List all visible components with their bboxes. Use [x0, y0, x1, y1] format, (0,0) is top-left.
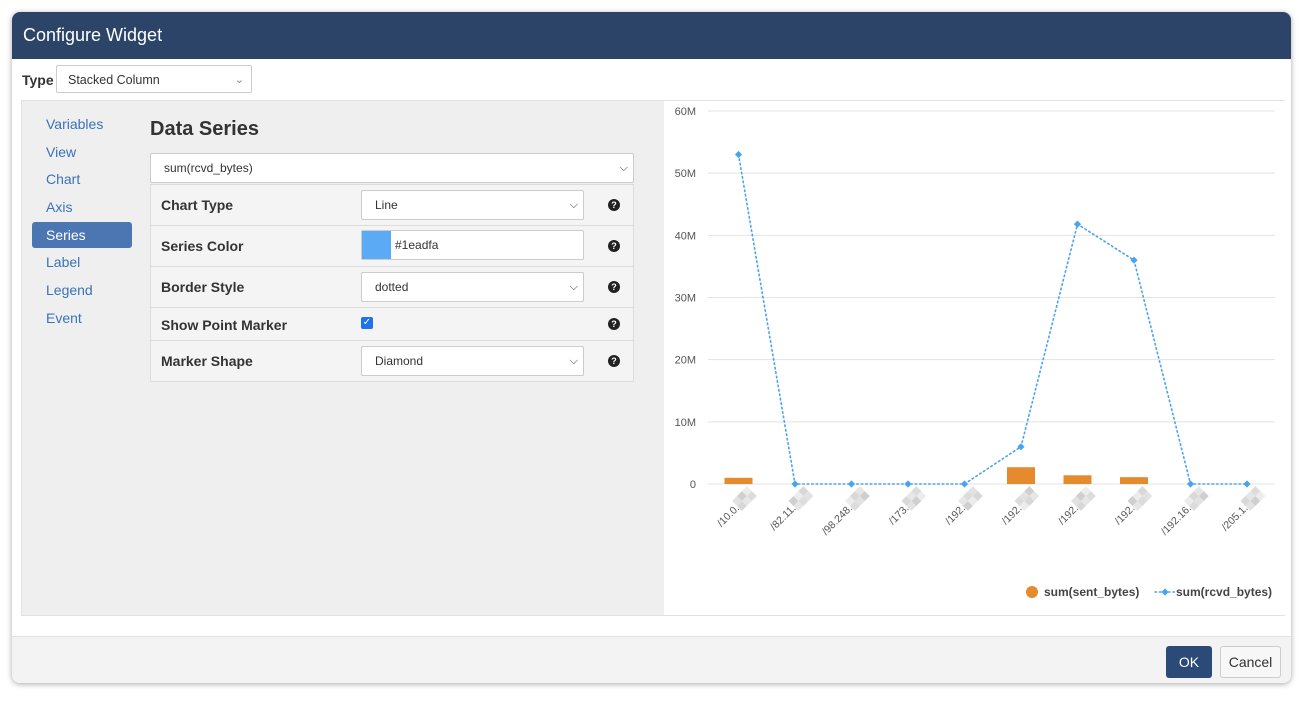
- nav-item-chart[interactable]: Chart: [32, 166, 132, 192]
- x-tick-group: /82.11...: [768, 486, 814, 533]
- question-circle-icon[interactable]: ?: [608, 318, 620, 330]
- config-panel: Variables View Chart Axis Series Label L…: [21, 100, 1285, 616]
- cancel-button[interactable]: Cancel: [1220, 646, 1281, 678]
- question-circle-icon[interactable]: ?: [608, 199, 620, 211]
- y-tick-label: 0: [690, 479, 696, 491]
- point-rcvd-bytes: [1073, 220, 1082, 228]
- border-style-label: Border Style: [161, 279, 245, 295]
- point-rcvd-bytes: [791, 480, 799, 488]
- settings-nav: Variables View Chart Axis Series Label L…: [32, 111, 132, 333]
- point-rcvd-bytes: [1186, 480, 1195, 488]
- point-rcvd-bytes: [734, 150, 743, 159]
- data-series-title: Data Series: [150, 118, 259, 140]
- border-style-value: dotted: [375, 280, 409, 294]
- x-tick-group: /205.1...: [1219, 486, 1266, 533]
- chart-type-select[interactable]: Line ⌵: [361, 190, 584, 220]
- question-circle-icon[interactable]: ?: [608, 281, 620, 293]
- color-swatch[interactable]: [362, 231, 391, 259]
- chart-type-value: Line: [375, 198, 398, 212]
- point-rcvd-bytes: [1243, 480, 1251, 488]
- marker-shape-value: Diamond: [375, 354, 424, 368]
- type-select[interactable]: Stacked Column ⌄: [56, 65, 252, 93]
- line-rcvd-bytes: [737, 153, 1248, 485]
- bar-sent-bytes: [1063, 475, 1092, 484]
- chevron-down-icon: ⌄: [234, 74, 244, 86]
- bar-sent-bytes: [1007, 467, 1035, 484]
- series-select[interactable]: sum(rcvd_bytes) ⌵: [150, 153, 634, 183]
- point-rcvd-bytes: [904, 480, 912, 488]
- chevron-down-icon: ⌵: [569, 281, 578, 293]
- x-tick-group: /98.248...: [820, 486, 870, 538]
- dialog-title: Configure Widget: [12, 12, 1291, 59]
- chevron-down-icon: ⌵: [569, 199, 578, 211]
- x-tick-group: /192...: [1056, 486, 1096, 527]
- x-tick-group: /192.16...: [1159, 486, 1209, 538]
- nav-item-axis[interactable]: Axis: [32, 194, 132, 220]
- ok-button[interactable]: OK: [1166, 646, 1212, 678]
- legend-marker-sent-bytes: [1026, 586, 1038, 598]
- border-style-row: Border Style dotted ⌵ ?: [151, 266, 633, 307]
- show-point-marker-row: Show Point Marker ✓ ?: [151, 307, 633, 340]
- y-tick-label: 60M: [675, 106, 696, 118]
- nav-item-series[interactable]: Series: [32, 221, 132, 248]
- series-properties: Chart Type Line ⌵ ? Series Color #1eadfa…: [150, 184, 634, 382]
- point-rcvd-bytes: [847, 480, 856, 488]
- dialog-footer: OK Cancel: [12, 636, 1291, 683]
- nav-item-event[interactable]: Event: [32, 305, 132, 331]
- point-rcvd-bytes: [960, 480, 969, 488]
- nav-item-legend[interactable]: Legend: [32, 277, 132, 303]
- chart-svg: 0 10M 20M 30M 40M 50M 60M/10.0... /82.11.../98.…: [675, 106, 1275, 599]
- x-tick-group: /10.0...: [715, 486, 757, 529]
- y-tick-label: 40M: [675, 230, 696, 242]
- series-color-value: #1eadfa: [395, 238, 439, 252]
- bar-sent-bytes: [724, 477, 753, 484]
- chart-type-row: Chart Type Line ⌵ ?: [151, 184, 633, 225]
- legend-label-rcvd-bytes: sum(rcvd_bytes): [1176, 585, 1272, 599]
- chevron-down-icon: ⌵: [619, 162, 628, 174]
- x-tick-group: /192...: [1000, 486, 1040, 527]
- x-tick-group: /192...: [1113, 486, 1153, 527]
- series-color-row: Series Color #1eadfa ?: [151, 225, 633, 266]
- y-tick-label: 50M: [675, 168, 696, 180]
- marker-shape-label: Marker Shape: [161, 353, 253, 369]
- y-tick-label: 20M: [675, 355, 696, 367]
- type-select-value: Stacked Column: [68, 73, 160, 87]
- show-point-marker-checkbox[interactable]: ✓: [361, 317, 373, 329]
- question-circle-icon[interactable]: ?: [608, 355, 620, 367]
- series-color-input[interactable]: #1eadfa: [361, 230, 584, 260]
- marker-shape-select[interactable]: Diamond ⌵: [361, 346, 584, 376]
- x-tick-group: /173...: [887, 486, 927, 527]
- series-select-value: sum(rcvd_bytes): [164, 161, 253, 175]
- nav-item-variables[interactable]: Variables: [32, 111, 132, 137]
- border-style-select[interactable]: dotted ⌵: [361, 272, 584, 302]
- configure-widget-dialog: Configure Widget Type Stacked Column ⌄ V…: [12, 12, 1291, 683]
- nav-item-label[interactable]: Label: [32, 249, 132, 275]
- chevron-down-icon: ⌵: [569, 355, 578, 367]
- show-point-marker-label: Show Point Marker: [161, 317, 288, 333]
- legend-label-sent-bytes: sum(sent_bytes): [1044, 585, 1139, 599]
- chart-type-label: Chart Type: [161, 197, 234, 213]
- chart-preview: 0 10M 20M 30M 40M 50M 60M/10.0... /82.11.../98.…: [664, 101, 1285, 615]
- legend-marker-rcvd-bytes: [1161, 588, 1169, 596]
- series-color-label: Series Color: [161, 238, 244, 254]
- bar-sent-bytes: [1120, 477, 1148, 484]
- marker-shape-row: Marker Shape Diamond ⌵ ?: [151, 340, 633, 381]
- y-tick-label: 30M: [675, 293, 696, 305]
- y-tick-label: 10M: [675, 417, 696, 429]
- question-circle-icon[interactable]: ?: [608, 240, 620, 252]
- nav-item-view[interactable]: View: [32, 139, 132, 165]
- x-tick-group: /192...: [943, 486, 983, 527]
